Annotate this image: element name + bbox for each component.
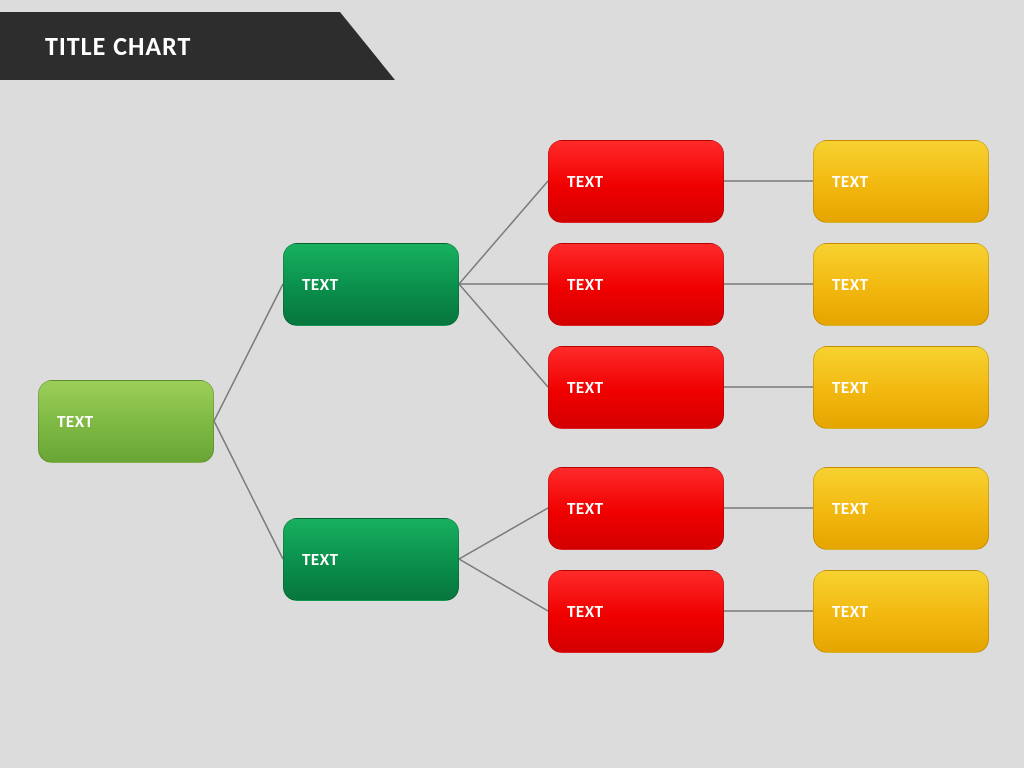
node-label: TEXT [567,377,604,398]
node-label: TEXT [567,274,604,295]
node-label: TEXT [567,171,604,192]
tree-l2-0: TEXT [548,140,724,223]
tree-l3-2: TEXT [813,346,989,429]
node-label: TEXT [567,601,604,622]
node-label: TEXT [567,498,604,519]
tree-l3-0: TEXT [813,140,989,223]
tree-l2-2: TEXT [548,346,724,429]
title-ribbon: TITLE CHART [0,12,395,80]
node-label: TEXT [832,498,869,519]
tree-l2-1: TEXT [548,243,724,326]
slide-canvas: TITLE CHART TEXT TEXT TEXT [0,0,1024,768]
tree-l2-4: TEXT [548,570,724,653]
tree-l3-1: TEXT [813,243,989,326]
node-label: TEXT [832,377,869,398]
tree-root: TEXT [38,380,214,463]
node-label: TEXT [832,601,869,622]
tree-l2-3: TEXT [548,467,724,550]
tree-l3-4: TEXT [813,570,989,653]
slide-title: TITLE CHART [45,30,191,62]
tree-l1-1: TEXT [283,518,459,601]
node-label: TEXT [832,274,869,295]
tree-l1-0: TEXT [283,243,459,326]
node-label: TEXT [302,274,339,295]
node-label: TEXT [832,171,869,192]
tree-l3-3: TEXT [813,467,989,550]
node-label: TEXT [302,549,339,570]
node-label: TEXT [57,411,94,432]
